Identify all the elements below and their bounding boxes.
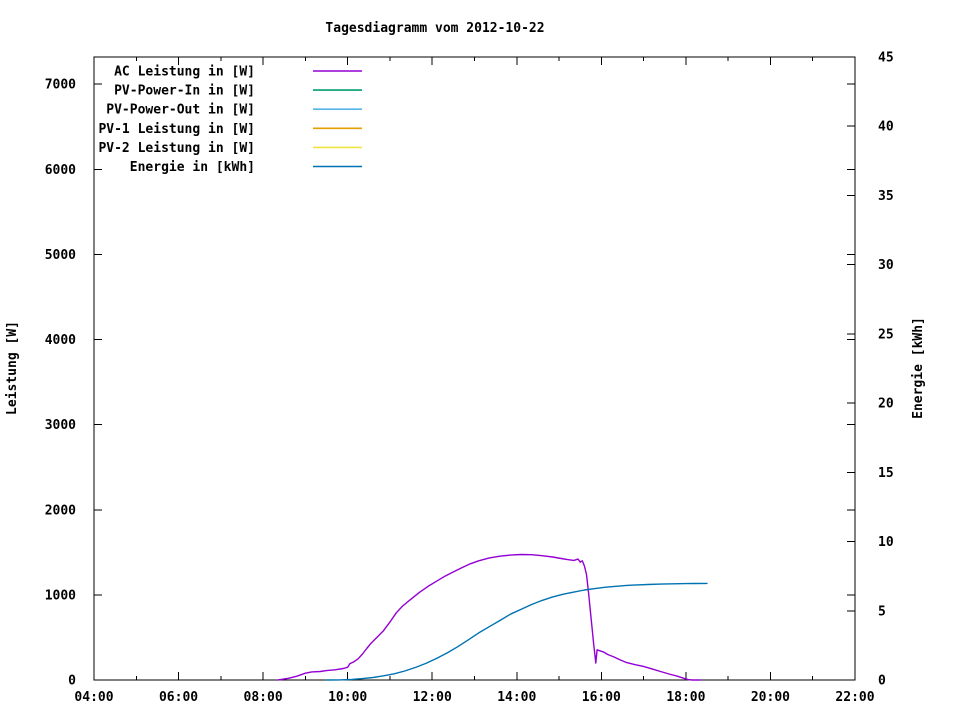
series-lines [277, 553, 708, 681]
y-right-tick-label: 15 [878, 466, 894, 481]
y-right-tick-label: 45 [878, 51, 894, 66]
y-right-tick-label: 35 [878, 189, 894, 204]
x-tick-label: 04:00 [74, 690, 113, 705]
y-right-tick-label: 40 [878, 120, 894, 135]
legend-label: PV-Power-Out in [W] [106, 103, 255, 118]
y-right-tick-label: 10 [878, 535, 894, 550]
x-tick-label: 12:00 [413, 690, 452, 705]
y-left-tick-label: 3000 [45, 418, 76, 433]
y-axis-right: 0 5 10 15 20 25 30 35 40 45 [847, 51, 894, 689]
legend: AC Leistung in [W] PV-Power-In in [W] PV-P… [98, 65, 362, 175]
legend-label: Energie in [kWh] [130, 160, 255, 175]
chart-title: Tagesdiagramm vom 2012-10-22 [325, 21, 544, 36]
y-left-tick-label: 7000 [45, 78, 76, 93]
x-tick-label: 18:00 [666, 690, 705, 705]
y-left-tick-label: 2000 [45, 503, 76, 518]
legend-label: PV-1 Leistung in [W] [98, 122, 255, 137]
y-right-tick-label: 30 [878, 258, 894, 273]
y-axis-right-label: Energie [kWh] [911, 317, 926, 419]
y-axis-left-label: Leistung [W] [5, 321, 20, 415]
legend-label: PV-Power-In in [W] [114, 84, 255, 99]
legend-label: PV-2 Leistung in [W] [98, 141, 255, 156]
x-tick-label: 08:00 [244, 690, 283, 705]
x-tick-label: 10:00 [328, 690, 367, 705]
x-tick-label: 22:00 [835, 690, 874, 705]
series-line [325, 582, 708, 681]
y-right-tick-label: 25 [878, 327, 894, 342]
y-left-tick-label: 0 [68, 674, 76, 689]
legend-label: AC Leistung in [W] [114, 65, 255, 80]
y-left-tick-label: 6000 [45, 163, 76, 178]
x-tick-label: 16:00 [582, 690, 621, 705]
y-left-tick-label: 4000 [45, 333, 76, 348]
tagesdiagramm-page: Tagesdiagramm vom 2012-10-22 Leistung [W… [0, 0, 960, 720]
y-right-tick-label: 20 [878, 397, 894, 412]
y-left-tick-label: 5000 [45, 248, 76, 263]
x-tick-label: 20:00 [751, 690, 790, 705]
pv-daily-chart: Tagesdiagramm vom 2012-10-22 Leistung [W… [5, 21, 926, 706]
y-right-tick-label: 0 [878, 674, 886, 689]
y-left-tick-label: 1000 [45, 588, 76, 603]
plot-area: 04:00 06:00 08:00 10:00 12:00 14:00 16:00 18:00… [45, 51, 894, 706]
x-tick-label: 06:00 [159, 690, 198, 705]
y-right-tick-label: 5 [878, 604, 886, 619]
series-line [277, 553, 702, 681]
x-tick-label: 14:00 [497, 690, 536, 705]
